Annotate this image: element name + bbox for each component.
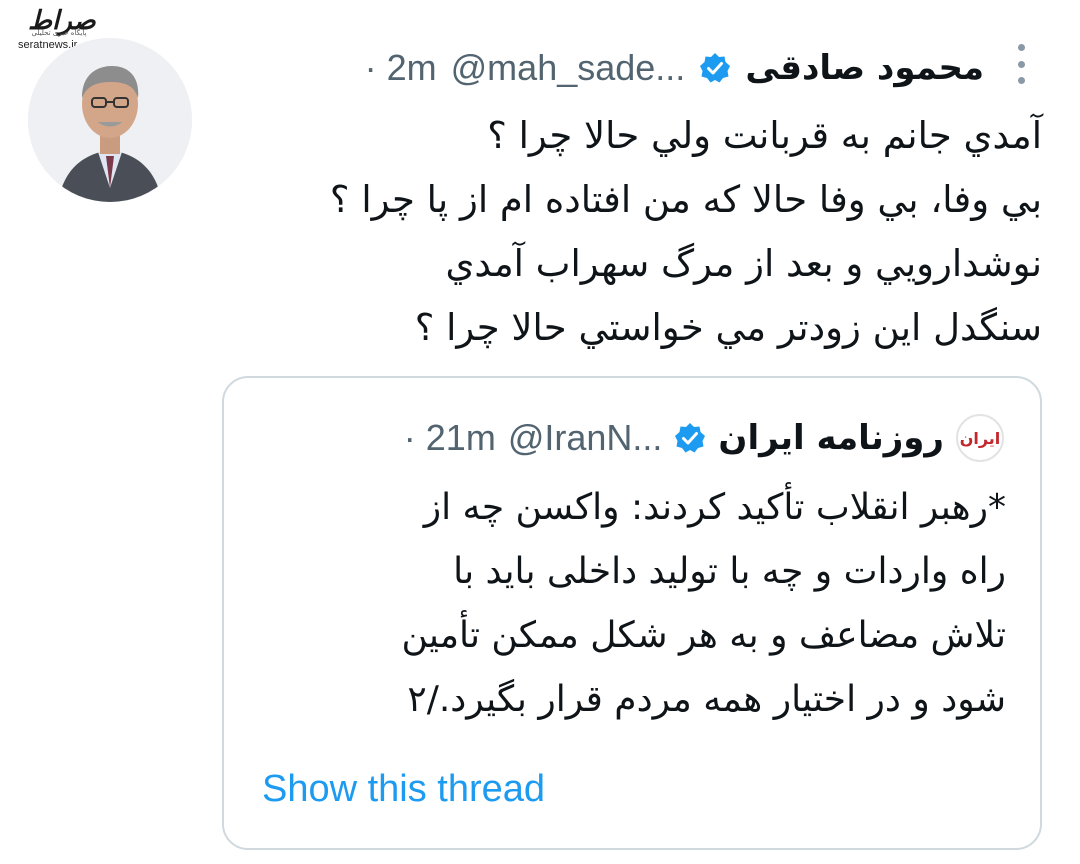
watermark-subtitle: پایگاه خبری تحلیلی bbox=[31, 29, 87, 37]
more-options-icon[interactable] bbox=[1003, 42, 1039, 86]
show-thread-link[interactable]: Show this thread bbox=[262, 768, 545, 811]
quoted-author-name: روزنامه ایران bbox=[718, 418, 944, 458]
author-name[interactable]: محمود صادقی bbox=[745, 48, 984, 88]
tweet-text-line: آمدي جانم به قربانت ولي حالا چرا ؟ bbox=[487, 114, 1042, 157]
tweet-header: محمود صادقی @mah_sade... · 2m bbox=[365, 40, 984, 96]
quoted-tweet-text: *رهبر انقلاب تأکید کردند: واکسن چه از را… bbox=[246, 476, 1006, 732]
quoted-author-avatar: ایران bbox=[956, 414, 1004, 462]
tweet-text: آمدي جانم به قربانت ولي حالا چرا ؟ بي وف… bbox=[222, 104, 1042, 360]
tweet-text-line: نوشدارويي و بعد از مرگ سهراب آمدي bbox=[445, 242, 1042, 285]
quoted-author-handle: @IranN... bbox=[507, 417, 663, 458]
quoted-text-line: *رهبر انقلاب تأکید کردند: واکسن چه از bbox=[423, 487, 1006, 528]
author-handle[interactable]: @mah_sade... bbox=[451, 47, 686, 89]
profile-photo bbox=[28, 38, 192, 202]
tweet-text-line: بي وفا، بي وفا حالا كه من افتاده ام از پ… bbox=[329, 178, 1042, 221]
tweet-text-line: سنگدل اين زودتر مي خواستي حالا چرا ؟ bbox=[414, 306, 1042, 349]
quoted-tweet-card[interactable]: ایران روزنامه ایران @IranN... · 21m *رهب… bbox=[222, 376, 1042, 850]
quoted-text-line: شود و در اختیار همه مردم قرار بگیرد./۲ bbox=[407, 679, 1006, 720]
quoted-avatar-logo: ایران bbox=[959, 428, 1001, 448]
quoted-text-line: تلاش مضاعف و به هر شکل ممکن تأمین bbox=[401, 615, 1006, 656]
author-avatar[interactable] bbox=[28, 38, 192, 202]
verified-badge-icon bbox=[675, 423, 706, 453]
tweet-timestamp[interactable]: · 2m bbox=[365, 47, 437, 89]
quoted-tweet-timestamp: · 21m bbox=[403, 417, 496, 458]
quoted-tweet-header: ایران روزنامه ایران @IranN... · 21m bbox=[404, 410, 1004, 466]
verified-badge-icon bbox=[700, 53, 731, 83]
quoted-text-line: راه واردات و چه با تولید داخلی باید با bbox=[453, 551, 1006, 592]
